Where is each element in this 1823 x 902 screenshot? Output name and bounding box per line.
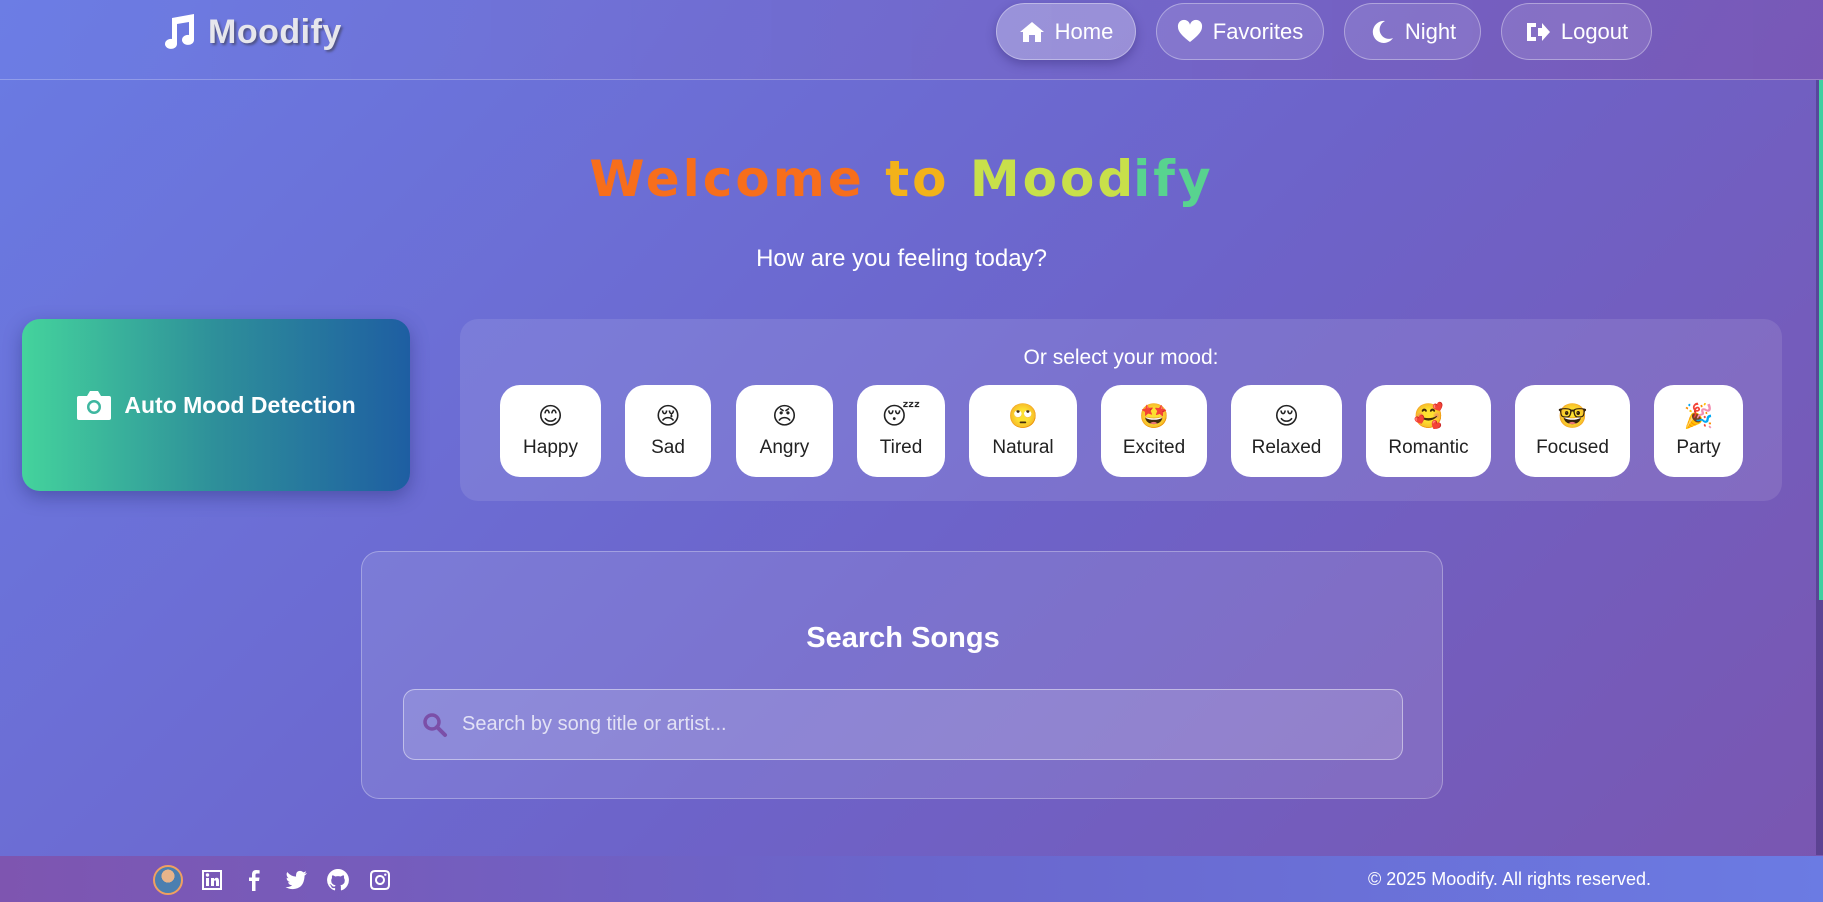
welcome-word-4: ify [1133,150,1214,208]
camera-icon [77,391,112,420]
mood-label: Romantic [1388,437,1469,458]
welcome-heading: Welcome to Moodify [0,150,1803,208]
mood-label: Natural [992,437,1054,458]
brand-logo[interactable]: Moodify [158,12,342,52]
music-note-icon [165,14,194,49]
mood-panel-title: Or select your mood: [1023,346,1219,369]
welcome-word-1: Welcome [589,150,865,208]
facebook-icon[interactable] [241,867,267,893]
natural-emoji-icon: 🙄 [1008,402,1038,430]
romantic-emoji-icon: 🥰 [1413,402,1444,430]
nav-favorites-label: Favorites [1212,18,1304,44]
twitter-icon[interactable] [283,867,309,893]
nav-home-button[interactable]: Home [996,3,1136,60]
tired-emoji-icon: 😴 [881,402,921,430]
mood-label: Angry [759,437,810,458]
nav-night-button[interactable]: Night [1344,3,1481,60]
happy-emoji-icon: 😊 [537,402,564,430]
logout-icon [1526,22,1550,41]
auto-mood-detection-button[interactable]: Auto Mood Detection [22,319,410,491]
nav-logout-label: Logout [1560,18,1629,44]
mood-party-button[interactable]: 🎉 Party [1654,385,1743,477]
welcome-word-2: to [885,150,950,208]
heart-icon [1177,19,1202,42]
mood-label: Tired [879,437,923,458]
auto-mood-label: Auto Mood Detection [124,391,356,418]
search-title: Search Songs [806,622,1000,654]
mood-selector-panel: Or select your mood: 😊 Happy 😢 Sad 😠 Ang… [460,319,1782,501]
mood-label: Party [1676,437,1721,458]
mood-focused-button[interactable]: 🤓 Focused [1515,385,1630,477]
excited-emoji-icon: 🤩 [1139,402,1169,430]
brand-name: Moodify [208,12,342,51]
mood-label: Happy [523,437,578,458]
focused-emoji-icon: 🤓 [1557,402,1588,430]
social-links [153,865,393,895]
mood-sad-button[interactable]: 😢 Sad [625,385,711,477]
mood-tired-button[interactable]: 😴 Tired [857,385,945,477]
mood-natural-button[interactable]: 🙄 Natural [969,385,1077,477]
search-box[interactable] [403,689,1403,760]
search-songs-card: Search Songs [361,551,1443,799]
search-icon [423,712,447,737]
mood-romantic-button[interactable]: 🥰 Romantic [1366,385,1491,477]
github-icon[interactable] [325,867,351,893]
nav-favorites-button[interactable]: Favorites [1156,3,1324,60]
mood-happy-button[interactable]: 😊 Happy [500,385,601,477]
avatar[interactable] [153,865,183,895]
linkedin-icon[interactable] [199,867,225,893]
home-icon [1019,21,1044,42]
sad-emoji-icon: 😢 [655,402,681,430]
party-emoji-icon: 🎉 [1683,402,1714,430]
mood-label: Excited [1122,437,1186,458]
nav-night-label: Night [1404,18,1457,44]
copyright-text: © 2025 Moodify. All rights reserved. [1367,869,1651,889]
search-input[interactable] [462,713,1402,736]
angry-emoji-icon: 😠 [771,402,798,430]
mood-label: Relaxed [1251,437,1322,458]
mood-relaxed-button[interactable]: 😌 Relaxed [1231,385,1342,477]
instagram-icon[interactable] [367,867,393,893]
moon-icon [1372,20,1393,43]
nav-logout-button[interactable]: Logout [1501,3,1652,60]
scrollbar-thumb[interactable] [1819,80,1823,600]
navbar: Moodify Home Favorites Night Logout [0,0,1823,80]
mood-excited-button[interactable]: 🤩 Excited [1101,385,1207,477]
mood-label: Focused [1536,437,1609,458]
relaxed-emoji-icon: 😌 [1273,402,1300,430]
mood-angry-button[interactable]: 😠 Angry [736,385,833,477]
nav-home-label: Home [1054,18,1114,44]
footer: © 2025 Moodify. All rights reserved. [0,856,1823,902]
welcome-word-3: Mood [969,150,1137,208]
mood-label: Sad [651,437,685,458]
mood-question: How are you feeling today? [756,245,1047,272]
